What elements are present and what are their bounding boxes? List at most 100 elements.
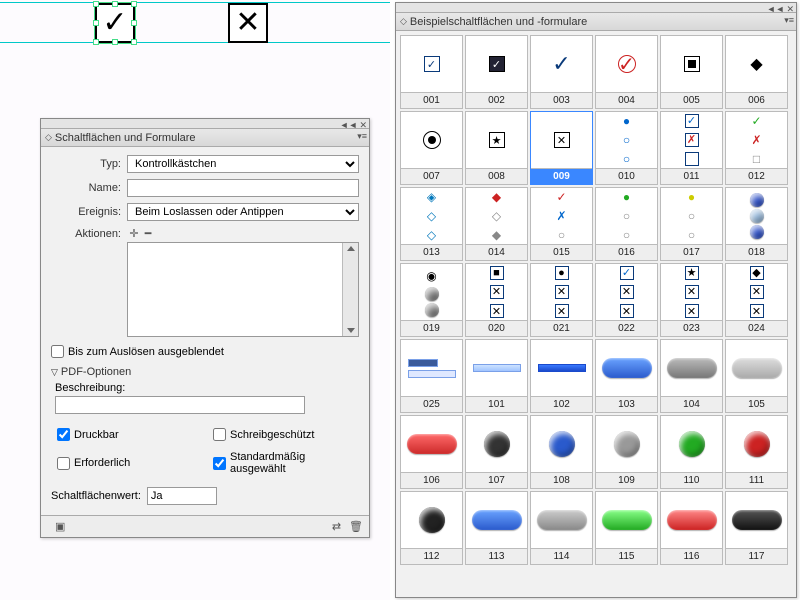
panel-header[interactable]: ◇ Schaltflächen und Formulare bbox=[41, 129, 369, 147]
chevron-icon: ◇ bbox=[400, 16, 407, 27]
preview-icon: ●✕✕ bbox=[531, 264, 592, 320]
typ-label: Typ: bbox=[51, 158, 121, 170]
ereignis-select[interactable]: Beim Loslassen oder Antippen bbox=[127, 203, 359, 221]
add-action-icon[interactable]: ✛ bbox=[127, 227, 141, 240]
library-item-114[interactable]: 114 bbox=[530, 491, 593, 565]
library-item-label: 102 bbox=[531, 396, 592, 412]
library-item-label: 005 bbox=[661, 92, 722, 108]
name-input[interactable] bbox=[127, 179, 359, 197]
druckbar-checkbox[interactable] bbox=[57, 428, 70, 441]
panel-close-icon[interactable]: ✕ bbox=[359, 120, 367, 131]
library-item-008[interactable]: ★008 bbox=[465, 111, 528, 185]
library-item-020[interactable]: ■✕✕020 bbox=[465, 263, 528, 337]
schreibgeschuetzt-label: Schreibgeschützt bbox=[230, 429, 314, 441]
library-item-109[interactable]: 109 bbox=[595, 415, 658, 489]
library-item-111[interactable]: 111 bbox=[725, 415, 788, 489]
library-item-001[interactable]: ✓001 bbox=[400, 35, 463, 109]
library-item-103[interactable]: 103 bbox=[595, 339, 658, 413]
panel-drag-area[interactable]: ◄◄ ✕ bbox=[396, 3, 796, 13]
standard-ausgewaehlt-checkbox[interactable] bbox=[213, 457, 226, 470]
library-item-016[interactable]: ●○○016 bbox=[595, 187, 658, 261]
library-item-117[interactable]: 117 bbox=[725, 491, 788, 565]
triangle-down-icon[interactable]: ▽ bbox=[51, 367, 58, 378]
panel-collapse-icon[interactable]: ◄◄ bbox=[767, 4, 785, 15]
library-item-018[interactable]: 018 bbox=[725, 187, 788, 261]
library-item-006[interactable]: ◆006 bbox=[725, 35, 788, 109]
preview-icon bbox=[726, 188, 787, 244]
library-item-label: 012 bbox=[726, 168, 787, 184]
library-item-025[interactable]: 025 bbox=[400, 339, 463, 413]
library-item-003[interactable]: ✓003 bbox=[530, 35, 593, 109]
schaltflaechenwert-input[interactable] bbox=[147, 487, 217, 505]
hidden-until-trigger-checkbox[interactable] bbox=[51, 345, 64, 358]
library-item-101[interactable]: 101 bbox=[465, 339, 528, 413]
typ-select[interactable]: Kontrollkästchen bbox=[127, 155, 359, 173]
canvas-checkbox-object[interactable]: ✓ bbox=[95, 3, 135, 43]
trash-icon[interactable]: 🗑 bbox=[349, 520, 363, 533]
library-item-023[interactable]: ★✕✕023 bbox=[660, 263, 723, 337]
preview-icon: ●○○ bbox=[596, 188, 657, 244]
library-item-007[interactable]: 007 bbox=[400, 111, 463, 185]
library-item-label: 107 bbox=[466, 472, 527, 488]
library-item-105[interactable]: 105 bbox=[725, 339, 788, 413]
preview-icon: ◆✕✕ bbox=[726, 264, 787, 320]
preview-icon: ★ bbox=[466, 112, 527, 168]
library-item-108[interactable]: 108 bbox=[530, 415, 593, 489]
library-item-112[interactable]: 112 bbox=[400, 491, 463, 565]
scrollbar[interactable] bbox=[342, 243, 358, 336]
library-item-107[interactable]: 107 bbox=[465, 415, 528, 489]
preview-icon bbox=[661, 340, 722, 396]
library-item-022[interactable]: ✓✕✕022 bbox=[595, 263, 658, 337]
cross-icon: ✕ bbox=[235, 8, 260, 38]
library-item-102[interactable]: 102 bbox=[530, 339, 593, 413]
library-item-label: 114 bbox=[531, 548, 592, 564]
preview-icon bbox=[401, 112, 462, 168]
library-item-label: 113 bbox=[466, 548, 527, 564]
preview-icon bbox=[596, 340, 657, 396]
preview-icon: ■✕✕ bbox=[466, 264, 527, 320]
panel-close-icon[interactable]: ✕ bbox=[786, 4, 794, 15]
panel-collapse-icon[interactable]: ◄◄ bbox=[340, 120, 358, 131]
library-item-010[interactable]: ●○○010 bbox=[595, 111, 658, 185]
panel-menu-icon[interactable]: ▾≡ bbox=[784, 15, 794, 26]
preview-icon bbox=[466, 492, 527, 548]
library-item-110[interactable]: 110 bbox=[660, 415, 723, 489]
library-item-017[interactable]: ●○○017 bbox=[660, 187, 723, 261]
library-item-011[interactable]: ✓✗011 bbox=[660, 111, 723, 185]
library-item-015[interactable]: ✓✗○015 bbox=[530, 187, 593, 261]
sample-buttons-panel: ◄◄ ✕ ◇ Beispielschaltflächen und -formul… bbox=[395, 2, 797, 598]
library-item-019[interactable]: ◉019 bbox=[400, 263, 463, 337]
library-item-009[interactable]: ✕009 bbox=[530, 111, 593, 185]
library-item-012[interactable]: ✓✗□012 bbox=[725, 111, 788, 185]
erforderlich-checkbox[interactable] bbox=[57, 457, 70, 470]
guide-horizontal bbox=[0, 42, 390, 43]
panel-menu-icon[interactable]: ▾≡ bbox=[357, 131, 367, 142]
library-item-013[interactable]: ◈◇◇013 bbox=[400, 187, 463, 261]
preview-icon: ✓ bbox=[466, 36, 527, 92]
library-item-label: 103 bbox=[596, 396, 657, 412]
preview-icon: ✓✕✕ bbox=[596, 264, 657, 320]
preview-icon: ◈◇◇ bbox=[401, 188, 462, 244]
actions-list[interactable] bbox=[127, 242, 359, 337]
remove-action-icon[interactable]: ━ bbox=[141, 227, 155, 240]
panel-header[interactable]: ◇ Beispielschaltflächen und -formulare bbox=[396, 13, 796, 31]
convert-icon[interactable]: ⇄ bbox=[332, 520, 341, 533]
library-item-104[interactable]: 104 bbox=[660, 339, 723, 413]
library-item-label: 015 bbox=[531, 244, 592, 260]
library-item-113[interactable]: 113 bbox=[465, 491, 528, 565]
schreibgeschuetzt-checkbox[interactable] bbox=[213, 428, 226, 441]
beschreibung-input[interactable] bbox=[55, 396, 305, 414]
library-item-106[interactable]: 106 bbox=[400, 415, 463, 489]
library-item-021[interactable]: ●✕✕021 bbox=[530, 263, 593, 337]
library-item-116[interactable]: 116 bbox=[660, 491, 723, 565]
canvas-checkbox-object-x[interactable]: ✕ bbox=[228, 3, 268, 43]
preview-icon[interactable]: ▣ bbox=[55, 520, 65, 533]
library-item-005[interactable]: 005 bbox=[660, 35, 723, 109]
library-item-115[interactable]: 115 bbox=[595, 491, 658, 565]
library-item-024[interactable]: ◆✕✕024 bbox=[725, 263, 788, 337]
library-item-label: 025 bbox=[401, 396, 462, 412]
library-item-014[interactable]: ◆◇◆014 bbox=[465, 187, 528, 261]
panel-drag-area[interactable]: ◄◄ ✕ bbox=[41, 119, 369, 129]
library-item-002[interactable]: ✓002 bbox=[465, 35, 528, 109]
library-item-004[interactable]: ✓004 bbox=[595, 35, 658, 109]
